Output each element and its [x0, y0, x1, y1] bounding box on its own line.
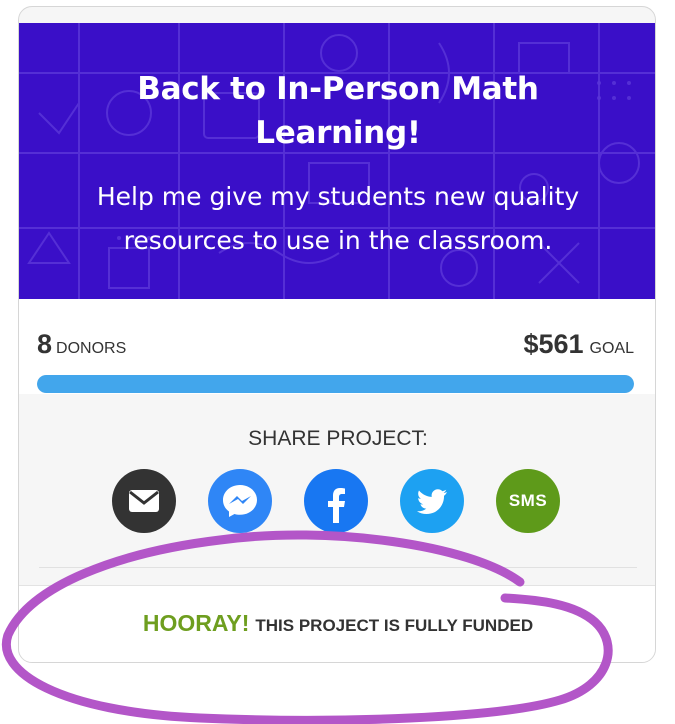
sms-share-button[interactable]: SMS [496, 469, 560, 533]
funding-stats: 8 DONORS $561 GOAL [19, 299, 655, 394]
share-buttons: SMS [112, 469, 562, 535]
project-hero: Back to In-Person Math Learning! Help me… [19, 23, 655, 299]
project-card: Back to In-Person Math Learning! Help me… [18, 6, 656, 663]
funded-banner: HOORAY! THIS PROJECT IS FULLY FUNDED [19, 585, 655, 662]
email-share-button[interactable] [112, 469, 176, 533]
twitter-icon [417, 489, 447, 514]
funding-progress-bar [37, 375, 634, 393]
twitter-share-button[interactable] [400, 469, 464, 533]
fully-funded-text: THIS PROJECT IS FULLY FUNDED [255, 616, 534, 635]
share-label: SHARE PROJECT: [248, 427, 428, 450]
divider [39, 567, 637, 568]
goal-label: GOAL [589, 340, 634, 357]
messenger-icon [223, 485, 257, 517]
donors-count: 8 DONORS [37, 329, 126, 360]
funded-message: HOORAY! THIS PROJECT IS FULLY FUNDED [19, 610, 655, 637]
goal-amount: $561 GOAL [523, 329, 634, 360]
messenger-share-button[interactable] [208, 469, 272, 533]
facebook-icon [328, 488, 345, 523]
page: Back to In-Person Math Learning! Help me… [0, 0, 675, 724]
project-subtitle: Help me give my students new quality res… [96, 182, 580, 255]
donors-label: DONORS [56, 340, 127, 357]
goal-number: $561 [523, 329, 584, 359]
email-icon [129, 490, 159, 512]
hooray-text: HOORAY! [142, 610, 250, 636]
donors-number: 8 [37, 329, 53, 359]
funding-progress-fill [37, 375, 634, 393]
project-title: Back to In-Person Math Learning! [137, 71, 539, 151]
facebook-share-button[interactable] [304, 469, 368, 533]
sms-icon: SMS [508, 491, 548, 510]
